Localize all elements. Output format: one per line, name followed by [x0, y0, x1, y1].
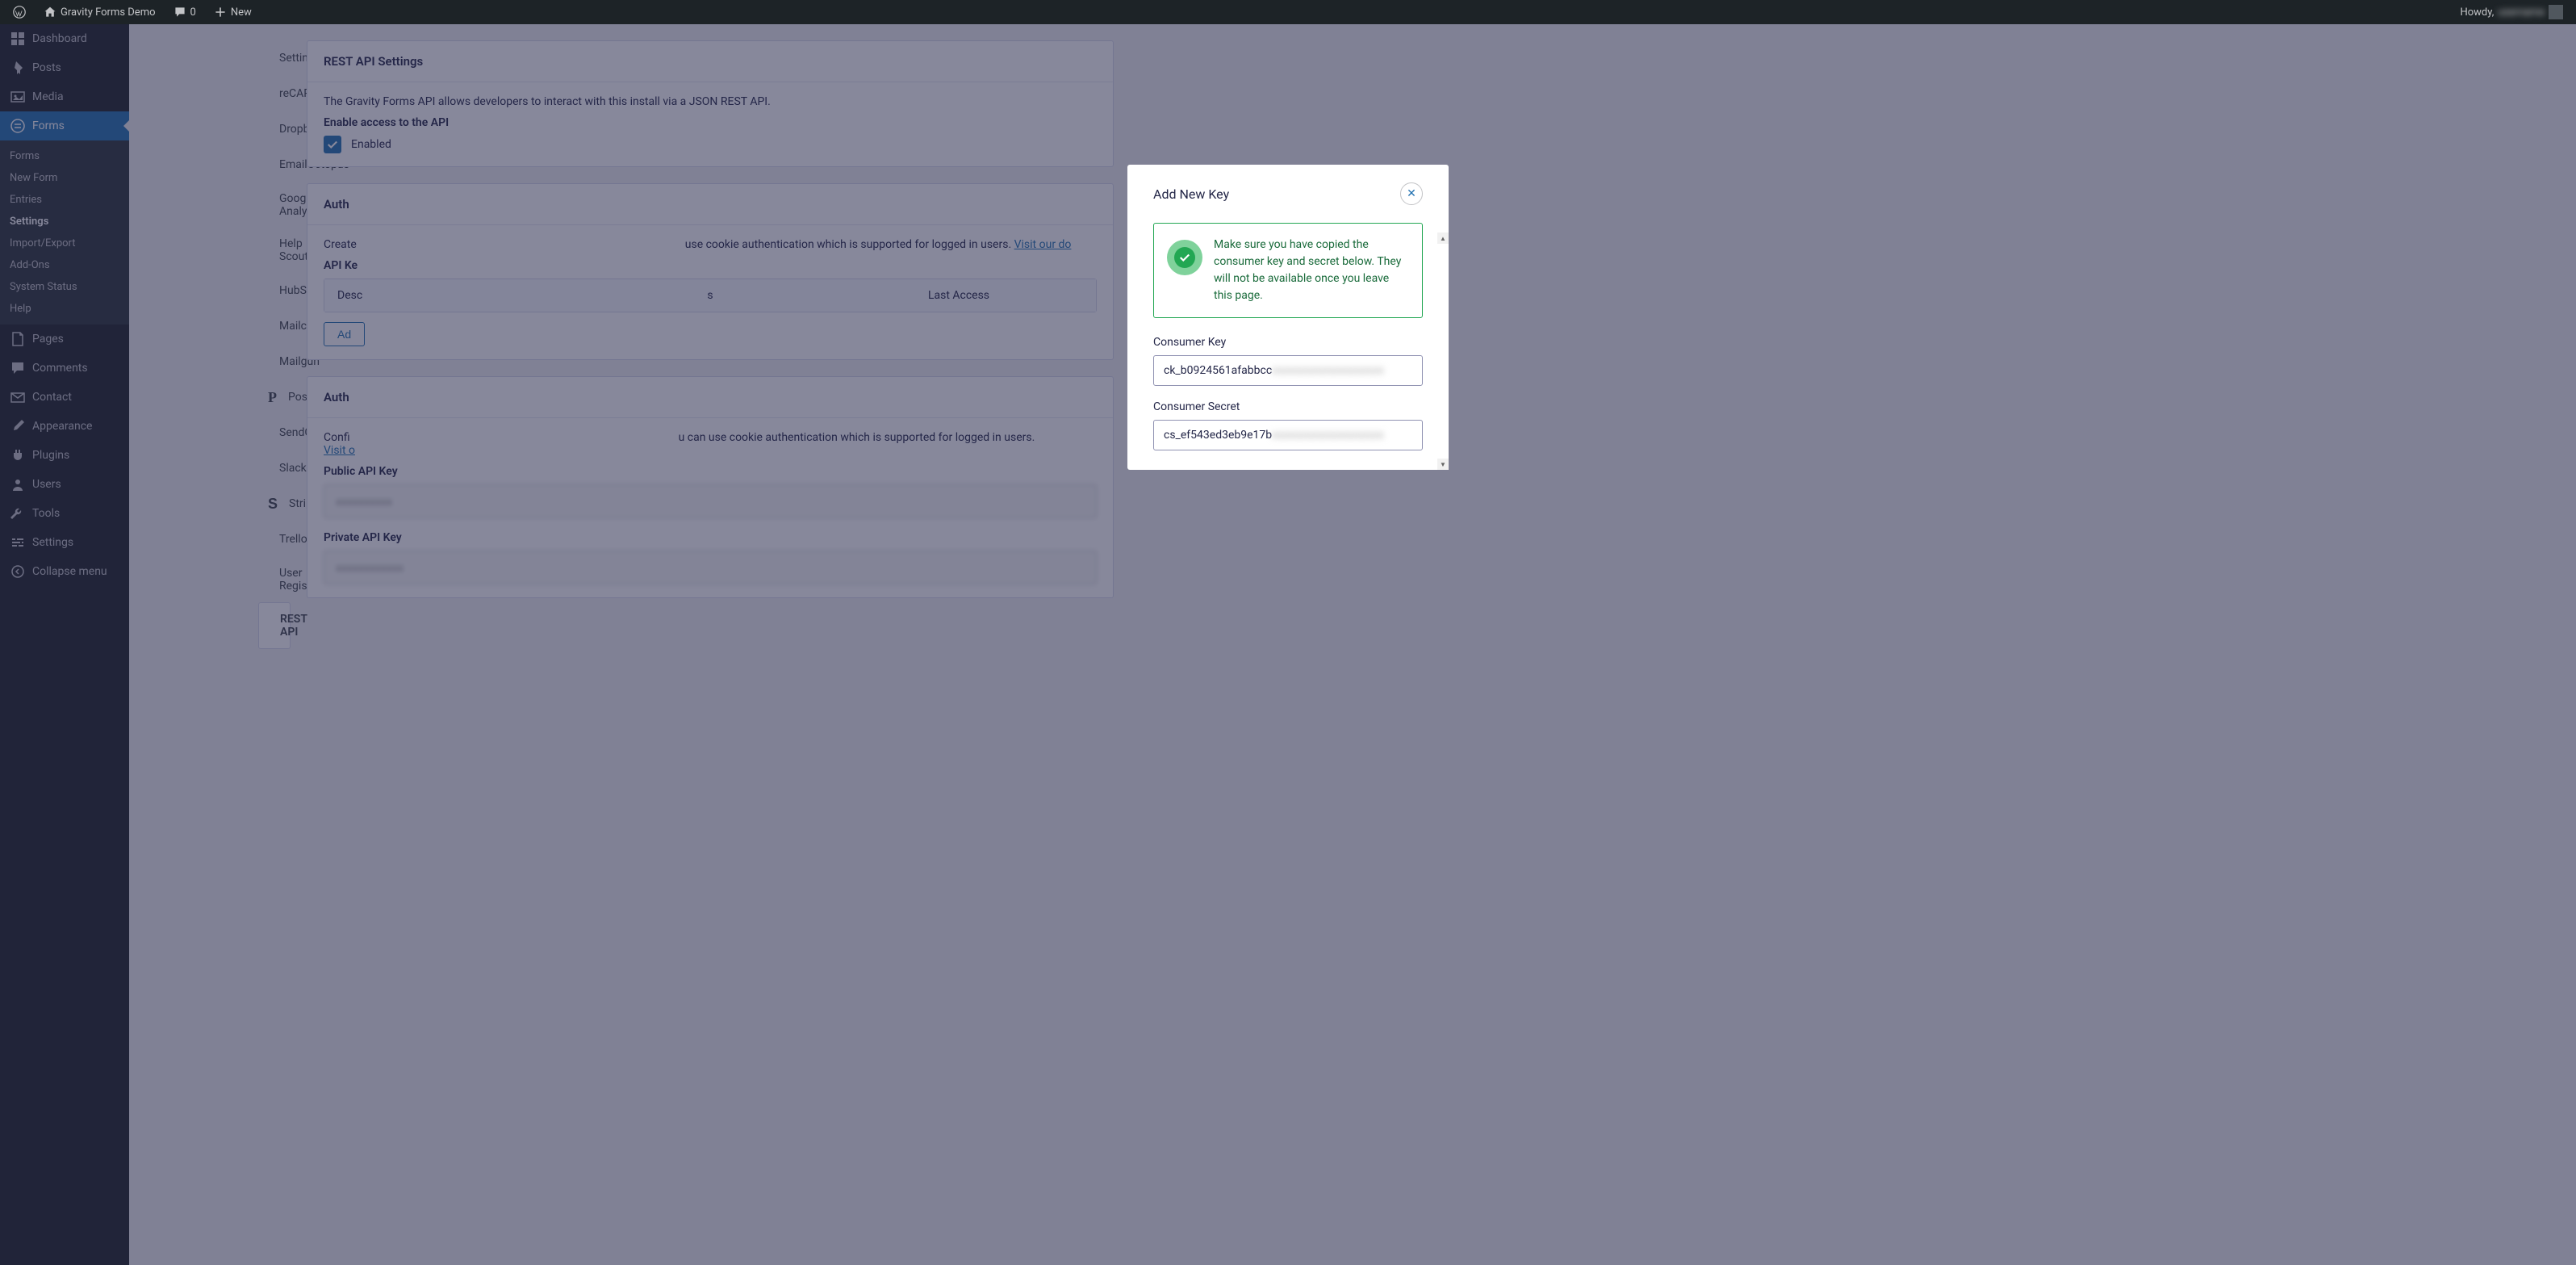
user-menu[interactable]: Howdy, username: [2453, 0, 2570, 24]
comments-link[interactable]: 0: [167, 0, 203, 24]
site-link[interactable]: Gravity Forms Demo: [37, 0, 162, 24]
wordpress-icon: [13, 6, 26, 19]
scroll-down-arrow[interactable]: ▼: [1437, 459, 1449, 470]
wp-logo[interactable]: [6, 0, 32, 24]
new-link[interactable]: New: [207, 0, 258, 24]
comments-count: 0: [190, 6, 196, 19]
username: username: [2498, 6, 2545, 19]
new-label: New: [231, 6, 252, 19]
success-notice: Make sure you have copied the consumer k…: [1153, 223, 1423, 318]
admin-bar: Gravity Forms Demo 0 New Howdy, username: [0, 0, 2576, 24]
add-key-modal: Add New Key ✕ Make sure you have copied …: [1127, 165, 1449, 470]
consumer-secret-label: Consumer Secret: [1153, 400, 1423, 413]
success-icon-outer: [1167, 240, 1202, 275]
close-icon: ✕: [1407, 187, 1416, 200]
avatar: [2549, 5, 2563, 19]
check-icon: [1179, 252, 1190, 263]
consumer-secret-input[interactable]: cs_ef543ed3eb9e17bxxxxxxxxxxxxxxxxxxxx: [1153, 420, 1423, 450]
consumer-key-label: Consumer Key: [1153, 336, 1423, 349]
comment-icon: [174, 6, 186, 19]
howdy-label: Howdy,: [2460, 6, 2494, 19]
plus-icon: [214, 6, 227, 19]
modal-close-button[interactable]: ✕: [1400, 182, 1423, 205]
site-name: Gravity Forms Demo: [61, 6, 156, 19]
notice-text: Make sure you have copied the consumer k…: [1214, 237, 1409, 304]
consumer-key-input[interactable]: ck_b0924561afabbccxxxxxxxxxxxxxxxxxxxx: [1153, 355, 1423, 386]
home-icon: [44, 6, 56, 19]
modal-title: Add New Key: [1153, 186, 1229, 202]
scroll-up-arrow[interactable]: ▲: [1437, 232, 1449, 244]
modal-overlay: Add New Key ✕ Make sure you have copied …: [0, 24, 2576, 1265]
